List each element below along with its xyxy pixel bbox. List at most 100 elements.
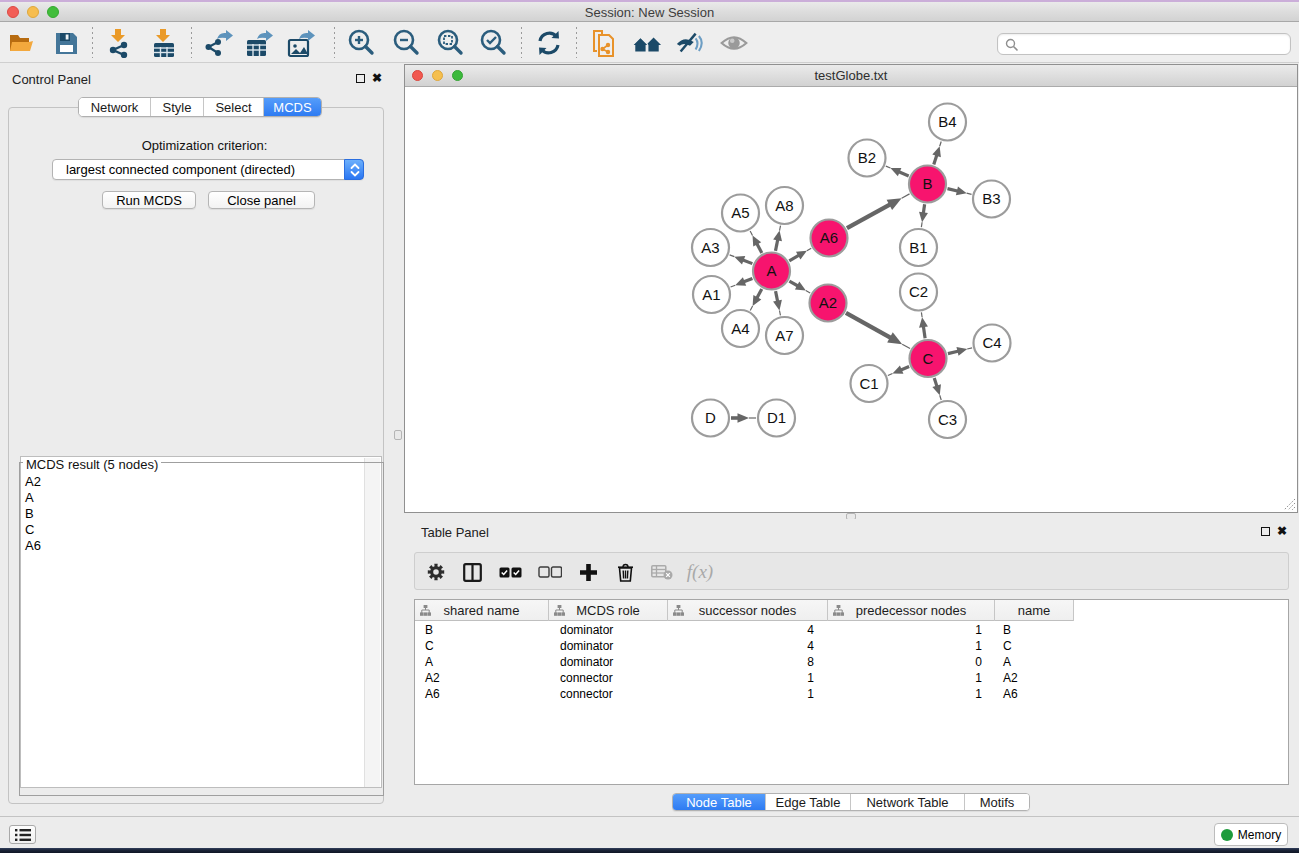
graph-edge-A-A5[interactable]: [750, 231, 762, 253]
column-header-mcds-role[interactable]: MCDS role: [549, 600, 668, 621]
table-row[interactable]: A2connector11A2: [415, 670, 1288, 686]
table-row[interactable]: A6connector11A6: [415, 686, 1288, 702]
mcds-result-item[interactable]: B: [21, 506, 381, 522]
graph-node-B3[interactable]: B3: [973, 181, 1010, 218]
table-settings-button[interactable]: [421, 553, 451, 591]
tab-network-table[interactable]: Network Table: [851, 794, 965, 810]
table-row[interactable]: Adominator80A: [415, 654, 1288, 670]
function-builder-button[interactable]: f(x): [681, 553, 719, 591]
graph-node-C[interactable]: C: [910, 340, 947, 377]
graph-edge-A6-B[interactable]: [847, 194, 910, 228]
zoom-in-button[interactable]: [346, 28, 376, 58]
import-network-button[interactable]: [104, 28, 134, 58]
graph-edge-A-A8[interactable]: [773, 226, 782, 251]
column-header-predecessor-nodes[interactable]: predecessor nodes: [828, 600, 995, 621]
graph-edge-D-D1[interactable]: [731, 413, 756, 423]
table-row[interactable]: Cdominator41C: [415, 638, 1288, 654]
tab-style[interactable]: Style: [151, 98, 204, 116]
graph-edge-B-B2[interactable]: [886, 166, 909, 176]
network-window-titlebar[interactable]: testGlobe.txt: [405, 65, 1297, 87]
graph-node-C4[interactable]: C4: [974, 325, 1011, 362]
graph-node-A5[interactable]: A5: [722, 195, 759, 232]
graph-node-D[interactable]: D: [692, 400, 729, 437]
close-panel-icon[interactable]: ✖: [372, 73, 382, 83]
delete-column-button[interactable]: [610, 553, 640, 591]
graph-edge-A-A6[interactable]: [789, 248, 811, 261]
zoom-fit-button[interactable]: [435, 28, 465, 58]
mcds-result-item[interactable]: A6: [21, 538, 381, 554]
graph-node-A1[interactable]: A1: [693, 276, 730, 313]
network-canvas[interactable]: B4B2BB3A8A5A6A3B1AC2A1A2A4A7C4CC1C3DD1: [405, 88, 1297, 512]
graph-edge-A2-C[interactable]: [846, 313, 910, 349]
graph-node-D1[interactable]: D1: [758, 400, 795, 437]
window-resize-grip[interactable]: [1283, 498, 1296, 511]
graph-edge-B-B1[interactable]: [919, 204, 928, 227]
show-details-button[interactable]: [719, 28, 749, 58]
zoom-out-button[interactable]: [391, 28, 421, 58]
table-row[interactable]: Bdominator41B: [415, 622, 1288, 638]
export-table-button[interactable]: [245, 28, 275, 58]
tab-network[interactable]: Network: [79, 98, 151, 116]
column-header-name[interactable]: name: [995, 600, 1074, 621]
show-home-button[interactable]: [632, 28, 662, 58]
mcds-result-item[interactable]: C: [21, 522, 381, 538]
graph-edge-C-C1[interactable]: [888, 366, 909, 376]
graph-edge-B-B3[interactable]: [947, 187, 971, 196]
tab-mcds[interactable]: MCDS: [264, 98, 321, 116]
graph-node-A6[interactable]: A6: [811, 220, 848, 257]
float-panel-icon[interactable]: [356, 74, 365, 83]
graph-edge-A-A2[interactable]: [789, 281, 810, 293]
export-network-button[interactable]: [205, 28, 235, 58]
open-session-button[interactable]: [6, 28, 36, 58]
show-columns-button[interactable]: [457, 553, 487, 591]
delete-table-button[interactable]: [647, 553, 677, 591]
unselect-all-columns-button[interactable]: [535, 553, 565, 591]
graph-node-B[interactable]: B: [909, 166, 946, 203]
graph-edge-C-C3[interactable]: [932, 378, 941, 400]
graph-node-A3[interactable]: A3: [692, 229, 729, 266]
export-image-button[interactable]: [287, 28, 317, 58]
graph-edge-A-A7[interactable]: [773, 291, 782, 315]
graph-edge-C-C4[interactable]: [948, 347, 972, 356]
mcds-result-item[interactable]: A: [21, 490, 381, 506]
create-column-button[interactable]: [573, 553, 603, 591]
graph-edge-A-A4[interactable]: [750, 289, 762, 310]
column-header-successor-nodes[interactable]: successor nodes: [668, 600, 828, 621]
graph-edge-A-A1[interactable]: [731, 277, 753, 287]
tab-motifs[interactable]: Motifs: [965, 794, 1029, 810]
search-input[interactable]: [1022, 35, 1282, 53]
memory-button[interactable]: Memory: [1214, 823, 1288, 846]
tab-select[interactable]: Select: [204, 98, 264, 116]
graph-edge-A-A3[interactable]: [730, 255, 753, 265]
graph-node-C3[interactable]: C3: [929, 401, 966, 438]
hide-details-button[interactable]: [675, 28, 705, 58]
graph-node-A8[interactable]: A8: [766, 187, 803, 224]
mcds-result-list[interactable]: A2 A B C A6: [20, 456, 382, 788]
graph-node-A[interactable]: A: [753, 253, 790, 290]
graph-edge-C-C2[interactable]: [919, 312, 928, 338]
graph-node-C2[interactable]: C2: [900, 274, 937, 311]
clone-network-button[interactable]: [588, 28, 618, 58]
column-header-shared-name[interactable]: shared name: [415, 600, 549, 621]
float-table-panel-icon[interactable]: [1261, 527, 1270, 536]
tab-edge-table[interactable]: Edge Table: [766, 794, 851, 810]
graph-node-B4[interactable]: B4: [929, 104, 966, 141]
criterion-dropdown[interactable]: largest connected component (directed): [52, 159, 364, 180]
vertical-split-handle[interactable]: [394, 430, 402, 440]
graph-edge-B-B4[interactable]: [932, 142, 941, 165]
select-all-columns-button[interactable]: [495, 553, 525, 591]
run-mcds-button[interactable]: Run MCDS: [102, 191, 196, 209]
import-table-button[interactable]: [149, 28, 179, 58]
zoom-selected-button[interactable]: [478, 28, 508, 58]
graph-node-C1[interactable]: C1: [851, 365, 888, 402]
mcds-result-item[interactable]: A2: [21, 474, 381, 490]
tab-node-table[interactable]: Node Table: [673, 794, 766, 810]
result-scrollbar[interactable]: [364, 458, 380, 787]
graph-node-B1[interactable]: B1: [900, 229, 937, 266]
graph-node-A7[interactable]: A7: [766, 317, 803, 354]
graph-node-A2[interactable]: A2: [810, 285, 847, 322]
apply-layout-button[interactable]: [534, 28, 564, 58]
close-table-panel-icon[interactable]: ✖: [1277, 526, 1287, 536]
save-session-button[interactable]: [51, 28, 81, 58]
graph-node-B2[interactable]: B2: [849, 140, 886, 177]
